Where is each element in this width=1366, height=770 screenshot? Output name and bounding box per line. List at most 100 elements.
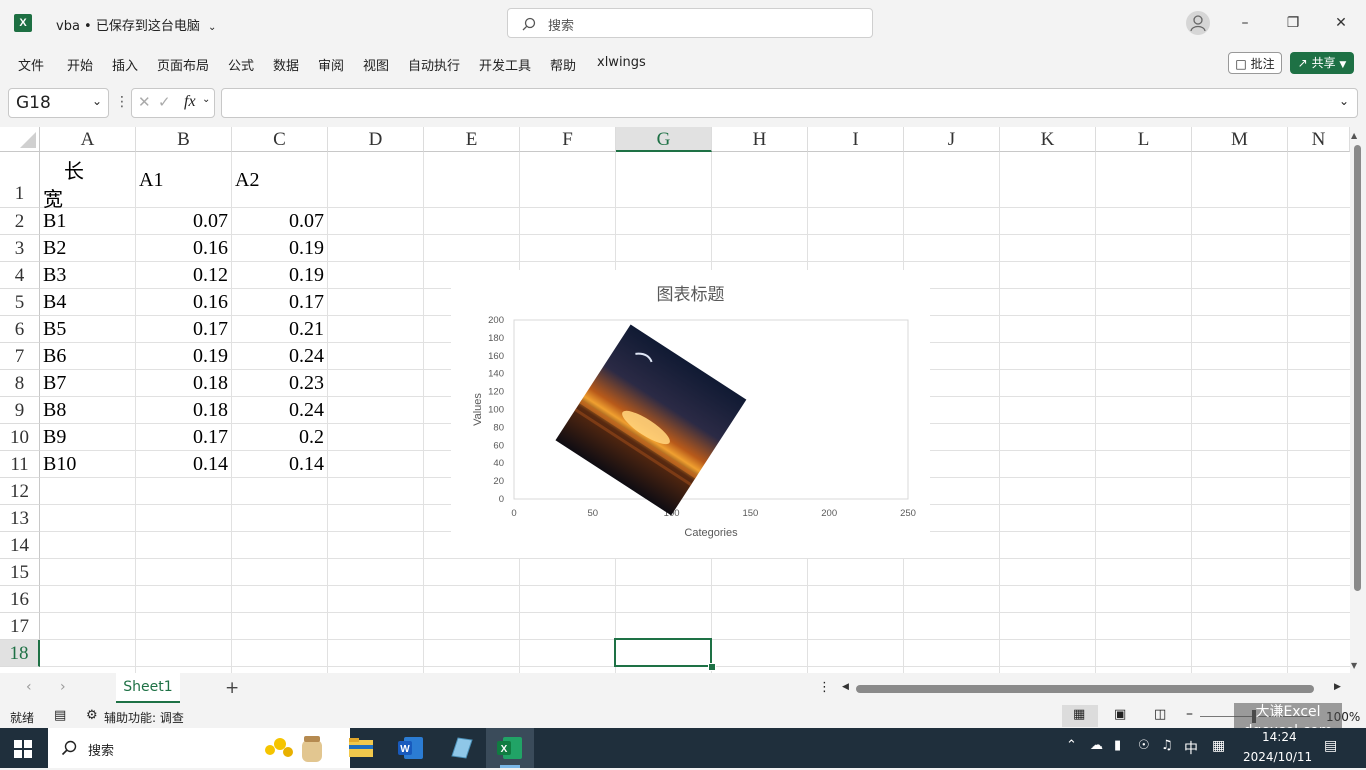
more-options-icon[interactable]: ⋮ [115, 94, 129, 110]
scroll-left-icon[interactable]: ◀ [842, 682, 849, 692]
menu-formulas[interactable]: 公式 [228, 55, 254, 74]
formula-buttons: ✕ ✓ fx ⌄ [131, 88, 215, 118]
accessibility-icon[interactable]: ⚙ [86, 708, 98, 723]
vertical-scrollbar[interactable]: ▲ ▼ [1350, 127, 1366, 673]
column-header-G[interactable]: G [616, 127, 712, 152]
selected-cell[interactable] [614, 638, 712, 667]
fill-handle[interactable] [708, 663, 716, 671]
row-header-16[interactable]: 16 [0, 586, 40, 613]
prev-sheet-icon[interactable]: ‹ [26, 679, 32, 695]
menu-insert[interactable]: 插入 [112, 55, 138, 74]
column-header-C[interactable]: C [232, 127, 328, 152]
close-icon[interactable]: ✕ [1318, 8, 1364, 38]
notification-icon[interactable]: ▤ [1324, 738, 1337, 754]
row-header-14[interactable]: 14 [0, 532, 40, 559]
row-header-7[interactable]: 7 [0, 343, 40, 370]
ime-indicator[interactable]: 中 [1184, 738, 1198, 758]
column-header-J[interactable]: J [904, 127, 1000, 152]
next-sheet-icon[interactable]: › [60, 679, 66, 695]
volume-icon[interactable]: ♫ [1161, 738, 1173, 753]
column-header-K[interactable]: K [1000, 127, 1096, 152]
taskbar-search[interactable]: 搜索 [48, 728, 350, 768]
menu-review[interactable]: 审阅 [318, 55, 344, 74]
row-header-6[interactable]: 6 [0, 316, 40, 343]
battery-icon[interactable]: ▮ [1114, 738, 1121, 753]
chevron-up-icon[interactable]: ⌃ [1066, 738, 1077, 753]
menu-data[interactable]: 数据 [273, 55, 299, 74]
word-icon[interactable]: W [398, 736, 424, 760]
expand-formula-icon[interactable]: ⌄ [1339, 94, 1349, 108]
cell-c1: A2 [235, 169, 260, 191]
row-header-2[interactable]: 2 [0, 208, 40, 235]
file-explorer-icon[interactable] [348, 736, 374, 758]
document-title[interactable]: vba • 已保存到这台电脑 ⌄ [56, 15, 216, 34]
menu-view[interactable]: 视图 [363, 55, 389, 74]
scroll-down-icon[interactable]: ▼ [1351, 661, 1357, 670]
menu-developer[interactable]: 开发工具 [479, 55, 531, 74]
cancel-icon[interactable]: ✕ [138, 93, 151, 111]
chart[interactable]: 图表标题 02040608010012014016018020005010015… [451, 270, 930, 558]
excel-taskbar-button[interactable]: X [486, 728, 534, 768]
column-header-I[interactable]: I [808, 127, 904, 152]
enter-icon[interactable]: ✓ [158, 93, 171, 111]
select-all-corner[interactable] [0, 127, 40, 152]
column-header-N[interactable]: N [1288, 127, 1350, 152]
row-header-1[interactable]: 1 [0, 152, 40, 208]
insert-function-icon[interactable]: fx [184, 93, 196, 111]
menu-xlwings[interactable]: xlwings [597, 55, 646, 70]
search-box[interactable]: 搜索 [507, 8, 873, 38]
column-header-H[interactable]: H [712, 127, 808, 152]
formula-input[interactable]: ⌄ [221, 88, 1358, 118]
row-header-8[interactable]: 8 [0, 370, 40, 397]
add-sheet-icon[interactable]: + [225, 678, 239, 698]
network-icon[interactable]: ☉ [1138, 738, 1150, 753]
row-header-13[interactable]: 13 [0, 505, 40, 532]
macro-record-icon[interactable]: ▤ [54, 708, 66, 723]
clock-time[interactable]: 14:24 [1262, 730, 1297, 744]
comment-button[interactable]: □ 批注 [1228, 52, 1282, 74]
row-header-18[interactable]: 18 [0, 640, 40, 667]
column-header-L[interactable]: L [1096, 127, 1192, 152]
scroll-up-icon[interactable]: ▲ [1351, 131, 1357, 140]
notes-app-icon[interactable] [448, 736, 474, 760]
column-header-D[interactable]: D [328, 127, 424, 152]
column-header-M[interactable]: M [1192, 127, 1288, 152]
row-header-10[interactable]: 10 [0, 424, 40, 451]
vertical-scroll-thumb[interactable] [1354, 145, 1361, 591]
column-header-E[interactable]: E [424, 127, 520, 152]
share-button[interactable]: ↗ 共享 ▼ [1290, 52, 1354, 74]
menu-help[interactable]: 帮助 [550, 55, 576, 74]
accessibility-status[interactable]: 辅助功能: 调查 [104, 709, 184, 726]
minimize-icon[interactable]: – [1222, 8, 1268, 38]
column-header-B[interactable]: B [136, 127, 232, 152]
menu-home[interactable]: 开始 [67, 55, 93, 74]
more-options-icon[interactable]: ⋮ [818, 680, 831, 695]
cloud-off-icon[interactable]: ☁ [1090, 738, 1103, 753]
clock-date[interactable]: 2024/10/11 [1243, 750, 1312, 764]
menu-file[interactable]: 文件 [18, 55, 44, 74]
ime-mode-icon[interactable]: ▦ [1212, 738, 1225, 754]
column-header-A[interactable]: A [40, 127, 136, 152]
menu-page-layout[interactable]: 页面布局 [157, 55, 209, 74]
row-header-11[interactable]: 11 [0, 451, 40, 478]
page-break-view-icon[interactable]: ◫ [1154, 707, 1166, 722]
row-header-4[interactable]: 4 [0, 262, 40, 289]
column-header-F[interactable]: F [520, 127, 616, 152]
scroll-right-icon[interactable]: ▶ [1334, 682, 1341, 692]
horizontal-scroll-thumb[interactable] [856, 685, 1314, 693]
name-box[interactable]: G18 ⌄ [8, 88, 109, 118]
row-header-12[interactable]: 12 [0, 478, 40, 505]
row-header-3[interactable]: 3 [0, 235, 40, 262]
restore-icon[interactable]: ❐ [1270, 8, 1316, 38]
row-header-17[interactable]: 17 [0, 613, 40, 640]
row-header-5[interactable]: 5 [0, 289, 40, 316]
windows-start-icon[interactable] [14, 740, 32, 762]
menu-automate[interactable]: 自动执行 [408, 55, 460, 74]
zoom-out-icon[interactable]: – [1186, 706, 1193, 722]
sheet-tab-sheet1[interactable]: Sheet1 [116, 673, 180, 703]
row-header-9[interactable]: 9 [0, 397, 40, 424]
account-icon[interactable] [1186, 11, 1210, 35]
page-layout-view-icon[interactable]: ▣ [1114, 707, 1126, 722]
row-header-15[interactable]: 15 [0, 559, 40, 586]
normal-view-button[interactable]: ▦ [1062, 705, 1098, 727]
